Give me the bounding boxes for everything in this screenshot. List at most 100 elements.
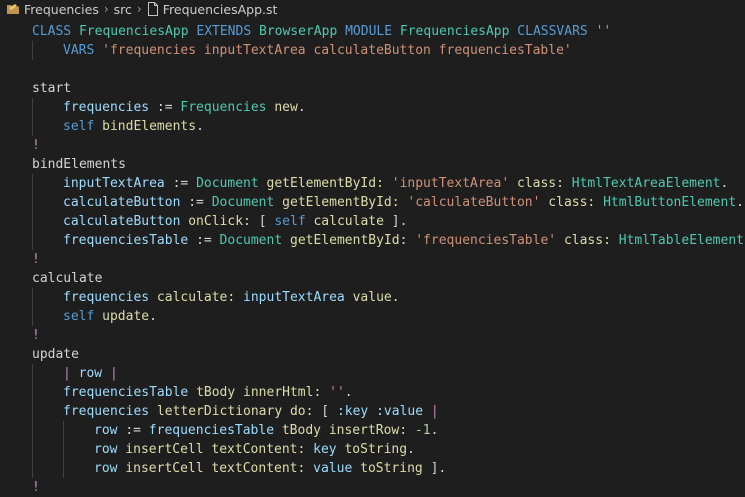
code-token: tBody insertRow: <box>281 423 415 438</box>
code-token: := <box>172 176 197 191</box>
code-token: . <box>720 176 729 191</box>
code-token: :key :value <box>336 404 431 419</box>
code-line[interactable]: calculateButton onClick: [ self calculat… <box>32 212 745 231</box>
code-token: update <box>32 347 79 362</box>
code-line-content: row insertCell textContent: value toStri… <box>94 461 446 476</box>
code-line[interactable]: row insertCell textContent: value toStri… <box>32 459 745 478</box>
code-token: self <box>63 119 103 134</box>
code-line[interactable]: frequencies letterDictionary do: [ :key … <box>32 402 745 421</box>
code-token: class: <box>516 176 572 191</box>
indent-guide <box>63 421 64 440</box>
code-token: EXTENDS <box>196 24 259 39</box>
code-line[interactable]: frequencies calculate: inputTextArea val… <box>32 288 745 307</box>
code-token: start <box>32 81 72 96</box>
code-line-content: ! <box>32 252 40 267</box>
code-token: onClick: <box>188 214 259 229</box>
code-token: calculate <box>313 214 392 229</box>
indent-guide <box>32 98 33 117</box>
code-line-content: frequencies calculate: inputTextArea val… <box>63 290 400 305</box>
code-line[interactable]: bindElements <box>32 155 745 174</box>
code-token: frequencies <box>63 404 157 419</box>
code-line[interactable]: ! <box>32 326 745 345</box>
code-line[interactable]: frequencies := Frequencies new. <box>32 98 745 117</box>
code-token: '' <box>595 24 612 39</box>
code-line-content: self update. <box>63 309 157 324</box>
code-line[interactable]: frequenciesTable := Document getElementB… <box>32 231 745 250</box>
code-line[interactable]: self update. <box>32 307 745 326</box>
breadcrumb-item-project[interactable]: Frequencies <box>24 2 99 17</box>
code-token: insertCell textContent: <box>125 461 314 476</box>
code-token: [ <box>258 214 275 229</box>
code-token: . <box>407 442 415 457</box>
indent-guide <box>32 307 33 326</box>
code-line[interactable]: ! <box>32 136 745 155</box>
code-token: 'inputTextArea' <box>391 176 517 191</box>
breadcrumb-item-file[interactable]: FrequenciesApp.st <box>163 2 278 17</box>
code-line-content: frequencies letterDictionary do: [ :key … <box>63 404 439 419</box>
indent-guide <box>32 231 33 250</box>
code-line[interactable]: start <box>32 79 745 98</box>
code-token: 'frequenciesTable' <box>415 233 564 248</box>
code-line[interactable]: calculate <box>32 269 745 288</box>
code-line[interactable]: | row | <box>32 364 745 383</box>
code-token: | <box>109 366 118 381</box>
code-token: 'frequencies inputTextArea calculateButt… <box>102 43 572 58</box>
code-line[interactable]: inputTextArea := Document getElementById… <box>32 174 745 193</box>
code-line-content: start <box>32 81 71 96</box>
code-token: . <box>196 119 204 134</box>
code-token: HtmlTextAreaElement <box>571 176 721 191</box>
code-line[interactable]: row insertCell textContent: key toString… <box>32 440 745 459</box>
code-line[interactable]: frequenciesTable tBody innerHtml: ''. <box>32 383 745 402</box>
code-token: FrequenciesApp <box>78 24 197 39</box>
code-token: value <box>352 290 392 305</box>
code-token: row <box>94 423 126 438</box>
code-editor[interactable]: CLASS FrequenciesApp EXTENDS BrowserApp … <box>0 18 745 497</box>
code-token: tBody innerHtml: <box>196 385 330 400</box>
code-token: letterDictionary do: <box>156 404 322 419</box>
code-line-content: ! <box>32 480 40 495</box>
code-line-content: self bindElements. <box>63 119 204 134</box>
code-line-content: row := frequenciesTable tBody insertRow:… <box>94 423 438 438</box>
indent-guide <box>63 459 64 478</box>
code-token: ]. <box>391 214 408 229</box>
code-line[interactable]: calculateButton := Document getElementBy… <box>32 193 745 212</box>
code-token: . <box>149 309 157 324</box>
code-token: frequenciesTable <box>148 423 282 438</box>
code-token: := <box>188 195 212 210</box>
code-token: getElementById: <box>290 233 416 248</box>
code-token: frequenciesTable <box>63 385 197 400</box>
code-line[interactable]: VARS 'frequencies inputTextArea calculat… <box>32 41 745 60</box>
code-token: update <box>102 309 150 324</box>
indent-guide <box>32 288 33 307</box>
code-token: := <box>196 233 220 248</box>
code-line[interactable]: self bindElements. <box>32 117 745 136</box>
code-line-content: frequenciesTable := Document getElementB… <box>63 233 745 248</box>
folder-icon <box>6 2 20 16</box>
code-token: | <box>430 404 439 419</box>
code-token: class: <box>563 233 619 248</box>
code-line[interactable]: CLASS FrequenciesApp EXTENDS BrowserApp … <box>32 22 745 41</box>
code-line[interactable] <box>32 60 745 79</box>
code-token: ! <box>32 138 40 153</box>
code-token: calculateButton <box>63 195 189 210</box>
code-line[interactable]: ! <box>32 250 745 269</box>
code-token: inputTextArea <box>243 290 353 305</box>
code-line-content: calculateButton := Document getElementBy… <box>63 195 744 210</box>
breadcrumb-item-folder[interactable]: src <box>114 2 132 17</box>
code-line-content: update <box>32 347 79 362</box>
code-token: frequenciesTable <box>63 233 197 248</box>
chevron-right-icon: › <box>136 2 142 16</box>
code-line-content: row insertCell textContent: key toString… <box>94 442 415 457</box>
code-token: | <box>63 366 79 381</box>
code-line[interactable]: update <box>32 345 745 364</box>
code-token: frequencies <box>63 100 157 115</box>
indent-guide <box>32 117 33 136</box>
code-token: value <box>313 461 361 476</box>
code-line[interactable]: row := frequenciesTable tBody insertRow:… <box>32 421 745 440</box>
code-line[interactable]: ! <box>32 478 745 497</box>
code-token: bindElements <box>102 119 197 134</box>
indent-guide <box>32 364 33 383</box>
code-token: getElementById: <box>266 176 392 191</box>
code-token: calculateButton <box>63 214 189 229</box>
code-line-content: calculateButton onClick: [ self calculat… <box>63 214 407 229</box>
